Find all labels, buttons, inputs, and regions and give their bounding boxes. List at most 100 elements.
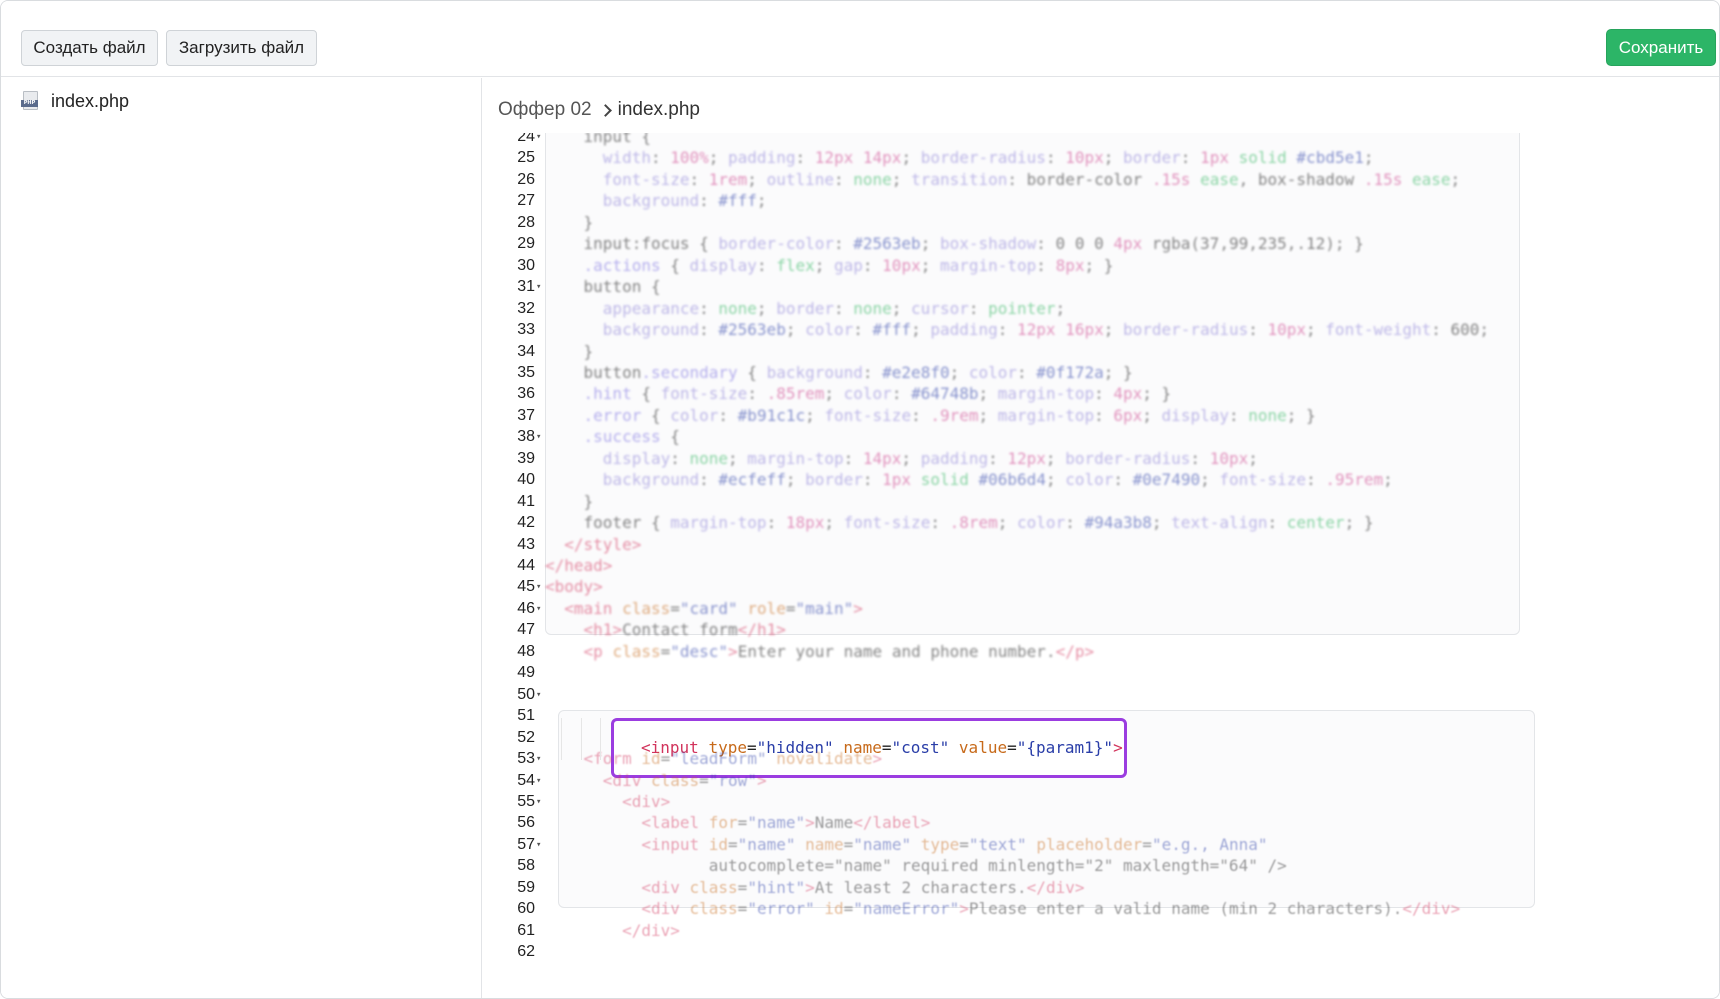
line-number: 39 <box>517 449 535 467</box>
line-number: 44 <box>517 557 535 574</box>
code-line: .actions { display: flex; gap: 10px; mar… <box>583 255 1114 275</box>
line-number: 26 <box>517 170 535 188</box>
code-line: display: none; margin-top: 14px; padding… <box>602 448 1258 468</box>
code-line: .hint { font-size: .85rem; color: #64748… <box>583 384 1172 404</box>
line-number: 60 <box>517 900 535 918</box>
fold-arrow-icon[interactable]: ▾ <box>536 834 544 856</box>
line-number: 28 <box>517 213 535 231</box>
fold-arrow-icon[interactable]: ▾ <box>536 748 544 770</box>
toolbar: Создать файл Загрузить файл Сохранить <box>1 1 1719 77</box>
line-number: 41 <box>517 492 535 510</box>
code-line: input:focus { border-color: #2563eb; box… <box>545 234 1364 254</box>
line-number: 29 <box>517 235 535 253</box>
line-number: 52 <box>517 728 535 746</box>
code-tag-close: > <box>1113 738 1123 757</box>
code-line: </head> <box>545 556 613 575</box>
fold-arrow-icon[interactable]: ▾ <box>536 598 544 620</box>
breadcrumb-folder[interactable]: Оффер 02 <box>498 99 592 121</box>
line-number: 33 <box>517 321 535 339</box>
file-item-index-php[interactable]: PHP index.php <box>21 88 129 114</box>
code-line: <input id="name" name="name" type="text"… <box>641 834 1268 854</box>
editor-window: Создать файл Загрузить файл Сохранить PH… <box>0 0 1720 999</box>
code-line: } <box>545 341 594 361</box>
code-line: <div> <box>622 791 671 811</box>
code-line: } <box>545 212 594 232</box>
line-number: 59 <box>517 878 535 896</box>
line-number: 58 <box>517 857 535 875</box>
code-line: </style> <box>564 534 642 554</box>
code-line: background: #ecfeff; border: 1px solid #… <box>602 470 1393 490</box>
fold-arrow-icon[interactable]: ▾ <box>536 791 544 813</box>
line-number: 27 <box>517 192 535 210</box>
line-number: 42 <box>517 514 535 532</box>
code-line: <main class="card" role="main"> <box>564 598 863 618</box>
code-line: background: #2563eb; color: #fff; paddin… <box>602 320 1490 340</box>
code-line: <form id="leadForm" novalidate> <box>583 749 883 769</box>
code-line: <p class="desc">Enter your name and phon… <box>583 641 1095 661</box>
breadcrumb-file: index.php <box>617 99 700 120</box>
editor-panel: Оффер 02 index.php <input type="hidden" … <box>483 78 1719 998</box>
code-line: appearance: none; border: none; cursor: … <box>602 298 1066 318</box>
indent-guide <box>561 718 562 760</box>
fold-arrow-icon[interactable]: ▾ <box>536 576 544 598</box>
save-button[interactable]: Сохранить <box>1606 29 1716 66</box>
code-line: button { <box>545 277 661 297</box>
code-line: .error { color: #b91c1c; font-size: .9re… <box>583 405 1316 425</box>
line-number: 61 <box>517 921 535 939</box>
line-number: 53 <box>517 750 535 768</box>
create-file-button[interactable]: Создать файл <box>21 30 158 66</box>
line-number: 62 <box>517 943 535 961</box>
fold-arrow-icon[interactable]: ▾ <box>536 426 544 448</box>
code-line: font-size: 1rem; outline: none; transiti… <box>602 169 1461 189</box>
code-line: <h1>Contact form</h1> <box>583 620 786 640</box>
code-line: <label for="name">Name</label> <box>641 813 931 833</box>
file-name: index.php <box>51 90 130 111</box>
breadcrumb: Оффер 02 index.php <box>498 95 700 125</box>
code-line: <div class="row"> <box>602 770 767 790</box>
code-line: .success { <box>583 427 680 447</box>
indent-guide <box>600 718 601 760</box>
chevron-right-icon <box>600 103 610 117</box>
line-number: 31 <box>517 278 535 296</box>
fold-arrow-icon[interactable]: ▾ <box>536 133 544 148</box>
indent-guide <box>581 718 582 760</box>
code-line: background: #fff; <box>602 191 767 211</box>
line-number: 46 <box>517 599 535 617</box>
code-line: } <box>545 491 594 511</box>
line-number: 43 <box>517 535 535 553</box>
php-file-icon: PHP <box>21 91 40 111</box>
line-number: 48 <box>517 642 535 660</box>
code-attr-value: value <box>958 738 1008 757</box>
line-number: 24 <box>517 133 535 145</box>
line-number: 36 <box>517 385 535 403</box>
line-number: 56 <box>517 814 535 832</box>
code-line: <div class="hint">At least 2 characters.… <box>641 877 1085 897</box>
code-line: width: 100%; padding: 12px 14px; border-… <box>602 148 1374 168</box>
line-number: 45 <box>517 578 535 596</box>
line-number: 32 <box>517 299 535 317</box>
code-line: footer { margin-top: 18px; font-size: .8… <box>545 513 1374 533</box>
code-line: <body> <box>545 577 603 597</box>
line-number: 25 <box>517 149 535 167</box>
fold-arrow-icon[interactable]: ▾ <box>536 684 544 706</box>
code-line: </div> <box>622 920 680 940</box>
upload-file-button[interactable]: Загрузить файл <box>166 30 317 66</box>
line-number: 30 <box>517 256 535 274</box>
file-sidebar: PHP index.php <box>1 78 482 998</box>
line-number: 34 <box>517 342 535 360</box>
line-number: 55 <box>517 792 535 810</box>
line-number: 35 <box>517 363 535 381</box>
line-number: 50 <box>517 685 535 703</box>
code-line: <div class="error" id="nameError">Please… <box>641 899 1461 919</box>
code-line: autocomplete="name" required minlength="… <box>545 856 1287 876</box>
line-number: 49 <box>517 664 535 682</box>
line-number: 40 <box>517 471 535 489</box>
line-number: 38 <box>517 428 535 446</box>
line-number: 51 <box>517 707 535 725</box>
line-number: 37 <box>517 406 535 424</box>
code-line: input { <box>545 133 651 146</box>
fold-arrow-icon[interactable]: ▾ <box>536 276 544 298</box>
code-editor[interactable]: <input type="hidden" name="cost" value="… <box>483 133 1719 998</box>
line-number: 47 <box>517 621 535 639</box>
fold-arrow-icon[interactable]: ▾ <box>536 770 544 792</box>
